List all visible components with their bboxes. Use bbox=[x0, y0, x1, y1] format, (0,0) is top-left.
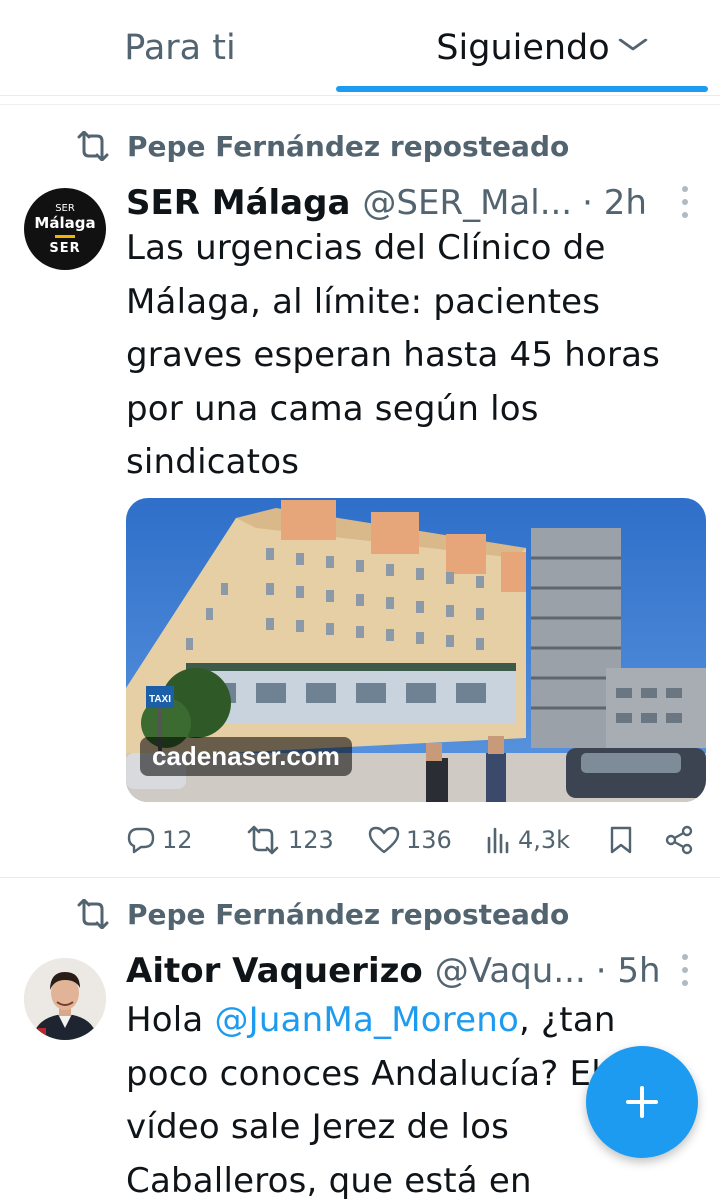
tweet-text-suffix: , ¿tan bbox=[519, 1000, 616, 1040]
person-photo bbox=[24, 958, 106, 1040]
avatar[interactable]: SER Málaga SER bbox=[24, 188, 106, 270]
share-icon bbox=[665, 825, 693, 855]
avatar-text-middle: Málaga bbox=[34, 213, 96, 232]
media-caption: cadenaser.com bbox=[140, 737, 352, 776]
avatar[interactable] bbox=[24, 958, 106, 1040]
heart-icon bbox=[368, 826, 400, 854]
plus-icon bbox=[626, 1086, 658, 1118]
repost-button[interactable]: 123 bbox=[244, 825, 368, 855]
views-button[interactable]: 4,3k bbox=[486, 826, 608, 854]
avatar-bar bbox=[55, 234, 75, 238]
tweet-text-line: graves esperan hasta 45 horas bbox=[126, 335, 661, 375]
author-handle[interactable]: @Vaqu... bbox=[435, 951, 586, 991]
tweet-text-line: sindicatos bbox=[126, 442, 300, 482]
tweet-text-prefix: Hola bbox=[126, 1000, 215, 1040]
like-button[interactable]: 136 bbox=[368, 825, 486, 855]
bookmark-icon bbox=[610, 826, 632, 854]
taxi-sign-text: TAXI bbox=[149, 694, 171, 705]
author-name[interactable]: Aitor Vaquerizo bbox=[126, 951, 423, 991]
repost-label: Pepe Fernández reposteado bbox=[127, 129, 570, 163]
repost-label: Pepe Fernández reposteado bbox=[127, 897, 570, 931]
author-name[interactable]: SER Málaga bbox=[126, 183, 350, 223]
author-handle[interactable]: @SER_Mal... bbox=[362, 183, 572, 223]
tab-following[interactable]: Siguiendo bbox=[336, 0, 720, 95]
tweet-media-image[interactable]: TAXI cadenaser.com bbox=[126, 498, 706, 802]
tweet-text-line: por una cama según los bbox=[126, 388, 539, 429]
reply-button[interactable]: 12 bbox=[126, 825, 244, 855]
tweet-header: SER Málaga @SER_Mal... · 2h bbox=[126, 180, 700, 226]
views-icon bbox=[487, 827, 509, 854]
tab-following-label: Siguiendo bbox=[436, 27, 610, 68]
more-options-icon[interactable] bbox=[682, 186, 688, 218]
chevron-down-icon[interactable] bbox=[617, 26, 648, 59]
tab-for-you[interactable]: Para ti bbox=[0, 0, 360, 95]
compose-button[interactable] bbox=[586, 1046, 698, 1158]
avatar-text-top: SER bbox=[55, 202, 75, 214]
views-count: 4,3k bbox=[518, 826, 571, 854]
tweet-card[interactable]: Pepe Fernández reposteado Aitor Vaqueriz… bbox=[0, 878, 720, 1200]
active-tab-indicator bbox=[336, 86, 708, 92]
like-count: 136 bbox=[406, 826, 452, 854]
divider bbox=[0, 104, 720, 105]
repost-icon bbox=[247, 825, 279, 855]
tab-for-you-label: Para ti bbox=[124, 27, 236, 68]
tweet-text-line: Las urgencias del Clínico de bbox=[126, 228, 606, 268]
more-options-icon[interactable] bbox=[682, 954, 688, 986]
tweet-text-line: Hola @JuanMa_Moreno, ¿tan bbox=[126, 994, 696, 1048]
tweet-text-line: Málaga, al límite: pacientes bbox=[126, 281, 601, 322]
share-button[interactable] bbox=[664, 825, 700, 855]
repost-indicator[interactable]: Pepe Fernández reposteado bbox=[74, 894, 569, 934]
avatar-text-bottom: SER bbox=[49, 240, 81, 256]
tweet-card[interactable]: Pepe Fernández reposteado SER Málaga SER… bbox=[0, 106, 720, 878]
timeline-tabs: Para ti Siguiendo bbox=[0, 0, 720, 96]
repost-indicator[interactable]: Pepe Fernández reposteado bbox=[74, 126, 569, 166]
tweet-text: Las urgencias del Clínico de Málaga, al … bbox=[126, 222, 696, 490]
tweet-actions: 12 123 136 4,3k bbox=[126, 818, 706, 862]
mention-link[interactable]: @JuanMa_Moreno bbox=[214, 1000, 519, 1040]
tweet-time[interactable]: · 5h bbox=[596, 951, 661, 991]
repost-icon bbox=[77, 899, 109, 929]
tweet-time[interactable]: · 2h bbox=[582, 183, 647, 223]
tweet-text-line: Caballeros, que está en bbox=[126, 1160, 532, 1200]
bookmark-button[interactable] bbox=[608, 825, 664, 855]
reply-icon bbox=[127, 827, 155, 854]
repost-count: 123 bbox=[288, 826, 334, 854]
repost-icon bbox=[77, 131, 109, 161]
tweet-header: Aitor Vaquerizo @Vaqu... · 5h bbox=[126, 948, 700, 994]
reply-count: 12 bbox=[162, 826, 193, 854]
